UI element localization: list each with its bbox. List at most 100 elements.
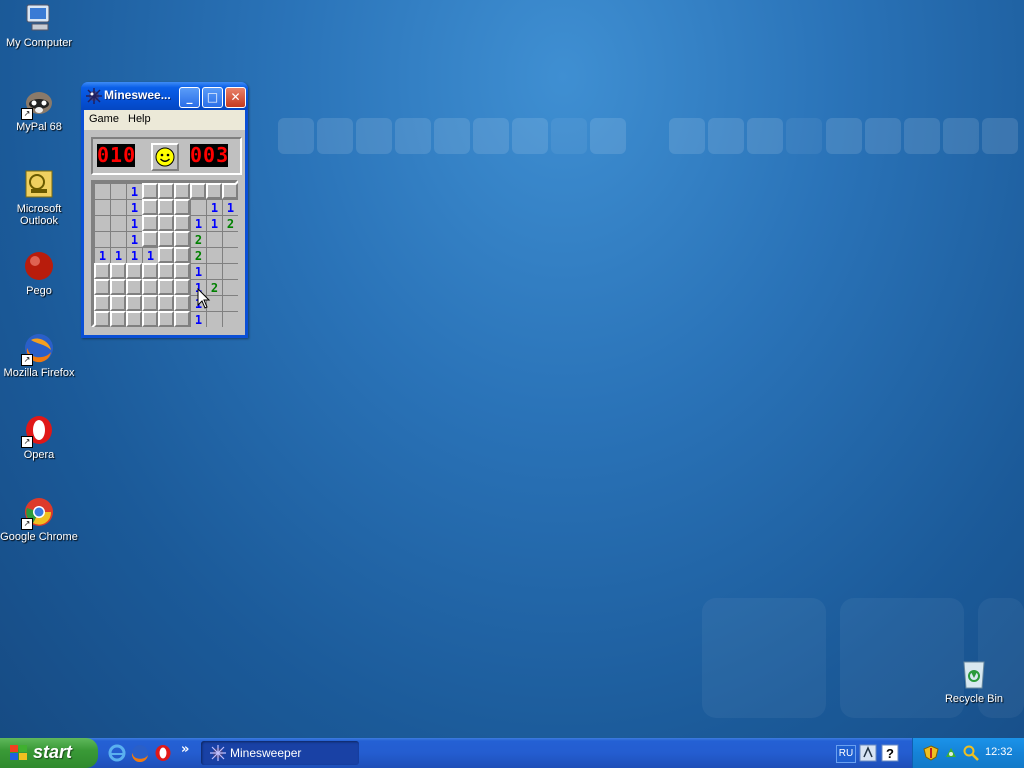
help-icon[interactable]: ? [881, 744, 899, 762]
desktop-icon-mypal[interactable]: ↗ MyPal 68 [0, 86, 78, 133]
unrevealed-cell[interactable] [158, 183, 174, 199]
reset-smiley-button[interactable] [151, 143, 179, 171]
menu-help[interactable]: Help [128, 113, 151, 125]
unrevealed-cell[interactable] [94, 263, 110, 279]
minimize-button[interactable]: _ [179, 87, 200, 108]
taskbar-button-minesweeper[interactable]: Minesweeper [201, 741, 359, 765]
desktop-icon-outlook[interactable]: Microsoft Outlook [0, 168, 78, 227]
empty-cell[interactable] [222, 311, 238, 327]
unrevealed-cell[interactable] [174, 183, 190, 199]
number-cell[interactable]: 2 [190, 231, 206, 247]
desktop-icon-firefox[interactable]: ↗ Mozilla Firefox [0, 332, 78, 379]
maximize-button[interactable]: □ [202, 87, 223, 108]
empty-cell[interactable] [110, 215, 126, 231]
unrevealed-cell[interactable] [142, 263, 158, 279]
unrevealed-cell[interactable] [126, 263, 142, 279]
unrevealed-cell[interactable] [158, 199, 174, 215]
number-cell[interactable]: 1 [142, 247, 158, 263]
empty-cell[interactable] [206, 231, 222, 247]
number-cell[interactable]: 1 [126, 247, 142, 263]
unrevealed-cell[interactable] [158, 247, 174, 263]
number-cell[interactable]: 1 [190, 311, 206, 327]
empty-cell[interactable] [94, 199, 110, 215]
number-cell[interactable]: 1 [126, 231, 142, 247]
unrevealed-cell[interactable] [174, 247, 190, 263]
quicklaunch-opera-icon[interactable] [154, 744, 172, 762]
quicklaunch-ie-icon[interactable] [108, 744, 126, 762]
unrevealed-cell[interactable] [110, 295, 126, 311]
empty-cell[interactable] [222, 231, 238, 247]
language-indicator[interactable]: RU [836, 745, 856, 763]
unrevealed-cell[interactable] [126, 279, 142, 295]
unrevealed-cell[interactable] [110, 263, 126, 279]
unrevealed-cell[interactable] [174, 199, 190, 215]
number-cell[interactable]: 1 [222, 199, 238, 215]
close-button[interactable]: ✕ [225, 87, 246, 108]
empty-cell[interactable] [222, 247, 238, 263]
unrevealed-cell[interactable] [222, 183, 238, 199]
unrevealed-cell[interactable] [158, 311, 174, 327]
number-cell[interactable]: 2 [190, 247, 206, 263]
keyboard-layout-icon[interactable] [859, 744, 877, 762]
empty-cell[interactable] [94, 215, 110, 231]
unrevealed-cell[interactable] [110, 311, 126, 327]
unrevealed-cell[interactable] [174, 279, 190, 295]
number-cell[interactable]: 1 [126, 215, 142, 231]
empty-cell[interactable] [110, 183, 126, 199]
unrevealed-cell[interactable] [174, 263, 190, 279]
unrevealed-cell[interactable] [142, 231, 158, 247]
unrevealed-cell[interactable] [94, 311, 110, 327]
empty-cell[interactable] [222, 295, 238, 311]
unrevealed-cell[interactable] [142, 215, 158, 231]
number-cell[interactable]: 1 [206, 215, 222, 231]
empty-cell[interactable] [206, 311, 222, 327]
number-cell[interactable]: 1 [94, 247, 110, 263]
desktop-icon-opera[interactable]: ↗ Opera [0, 414, 78, 461]
empty-cell[interactable] [206, 247, 222, 263]
unrevealed-cell[interactable] [142, 183, 158, 199]
unrevealed-cell[interactable] [174, 215, 190, 231]
number-cell[interactable]: 1 [206, 199, 222, 215]
unrevealed-cell[interactable] [110, 279, 126, 295]
number-cell[interactable]: 1 [126, 183, 142, 199]
empty-cell[interactable] [110, 231, 126, 247]
unrevealed-cell[interactable] [174, 231, 190, 247]
number-cell[interactable]: 2 [222, 215, 238, 231]
desktop-icon-recycle-bin[interactable]: Recycle Bin [935, 658, 1013, 705]
unrevealed-cell[interactable] [142, 295, 158, 311]
start-button[interactable]: start [0, 738, 98, 768]
unrevealed-cell[interactable] [206, 183, 222, 199]
unrevealed-cell[interactable] [94, 295, 110, 311]
desktop-icon-chrome[interactable]: ↗ Google Chrome [0, 496, 78, 543]
unrevealed-cell[interactable] [142, 279, 158, 295]
unrevealed-cell[interactable] [94, 279, 110, 295]
unrevealed-cell[interactable] [142, 311, 158, 327]
security-shield-icon[interactable] [923, 745, 939, 761]
desktop-icon-my-computer[interactable]: My Computer [0, 2, 78, 49]
empty-cell[interactable] [94, 183, 110, 199]
quicklaunch-overflow-chevron[interactable]: » [181, 742, 189, 757]
unrevealed-cell[interactable] [190, 183, 206, 199]
unrevealed-cell[interactable] [126, 295, 142, 311]
unrevealed-cell[interactable] [158, 295, 174, 311]
number-cell[interactable]: 1 [126, 199, 142, 215]
window-titlebar[interactable]: Minesweе... _ □ ✕ [81, 82, 248, 110]
unrevealed-cell[interactable] [158, 231, 174, 247]
empty-cell[interactable] [206, 263, 222, 279]
desktop-icon-pego[interactable]: Pego [0, 250, 78, 297]
menu-game[interactable]: Game [89, 113, 119, 125]
number-cell[interactable]: 1 [190, 263, 206, 279]
empty-cell[interactable] [190, 199, 206, 215]
empty-cell[interactable] [222, 279, 238, 295]
unrevealed-cell[interactable] [174, 311, 190, 327]
unrevealed-cell[interactable] [158, 279, 174, 295]
network-tray-icon[interactable] [943, 745, 959, 761]
number-cell[interactable]: 1 [110, 247, 126, 263]
unrevealed-cell[interactable] [126, 311, 142, 327]
number-cell[interactable]: 1 [190, 215, 206, 231]
unrevealed-cell[interactable] [142, 199, 158, 215]
empty-cell[interactable] [94, 231, 110, 247]
unrevealed-cell[interactable] [158, 215, 174, 231]
quicklaunch-firefox-icon[interactable] [131, 744, 149, 762]
unrevealed-cell[interactable] [174, 295, 190, 311]
